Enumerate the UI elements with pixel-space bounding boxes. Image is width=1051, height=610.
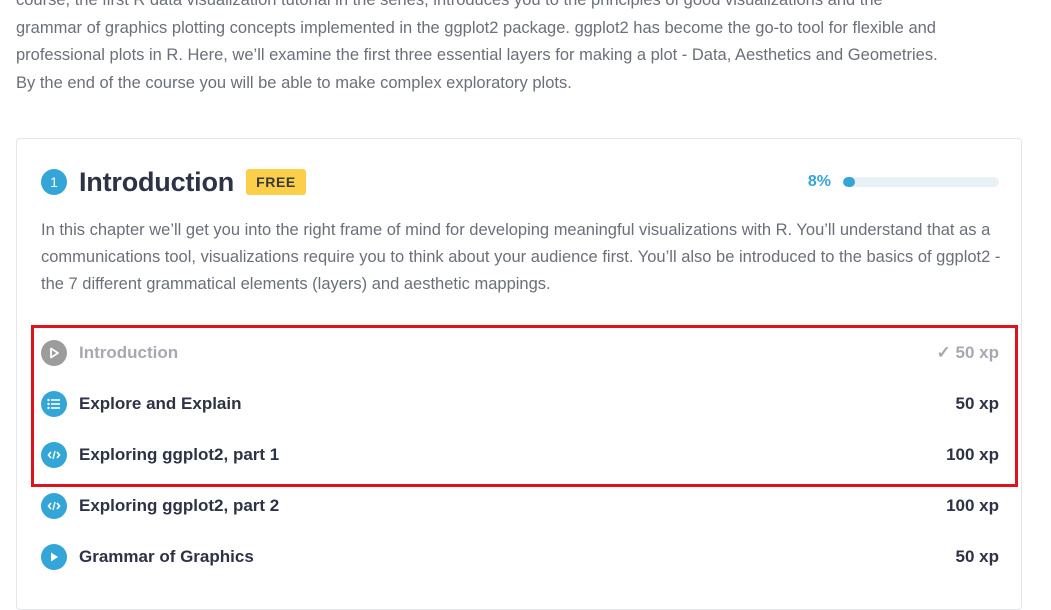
chapter-header: 1 Introduction FREE — [41, 165, 306, 199]
exercise-title: Grammar of Graphics — [79, 546, 254, 566]
free-badge: FREE — [246, 169, 306, 195]
exercise-xp: 50 xp — [955, 546, 999, 566]
exercise-item[interactable]: Exploring ggplot2, part 2 100 xp — [17, 480, 1021, 531]
exercise-item[interactable]: Explore and Explain 50 xp — [17, 378, 1021, 429]
progress-bar — [843, 177, 999, 187]
exercise-item[interactable]: Exploring ggplot2, part 1 100 xp — [17, 429, 1021, 480]
course-description-line: By the end of the course you will be abl… — [16, 73, 572, 92]
chapter-number: 1 — [41, 169, 67, 195]
code-icon — [41, 441, 67, 468]
exercise-xp: 50 xp — [955, 393, 999, 413]
chapter-title[interactable]: Introduction — [79, 167, 234, 198]
list-icon — [41, 390, 67, 417]
course-description: course, the first R data visualization t… — [16, 0, 1016, 97]
progress-bar-fill — [843, 177, 856, 187]
exercise-item[interactable]: Introduction ✓ 50 xp — [17, 327, 1021, 378]
exercise-title: Exploring ggplot2, part 1 — [79, 444, 280, 464]
course-description-line: professional plots in R. Here, we’ll exa… — [16, 46, 938, 64]
exercise-list: Introduction ✓ 50 xp Explore and Explain… — [17, 327, 1021, 582]
exercise-title: Explore and Explain — [79, 393, 242, 413]
chapter-progress: 8% — [808, 173, 999, 191]
exercise-title: Exploring ggplot2, part 2 — [79, 495, 280, 515]
exercise-xp: 100 xp — [946, 495, 999, 515]
progress-percentage: 8% — [807, 173, 831, 190]
chapter-card: 1 Introduction FREE 8% In this chapter w… — [16, 138, 1022, 610]
play-icon — [41, 339, 67, 366]
exercise-item[interactable]: Grammar of Graphics 50 xp — [17, 531, 1021, 582]
exercise-xp: ✓ 50 xp — [936, 342, 999, 362]
chapter-description: In this chapter we’ll get you into the r… — [41, 221, 1001, 293]
play-icon — [41, 543, 67, 570]
exercise-xp: 100 xp — [946, 444, 999, 464]
code-icon — [41, 492, 67, 519]
course-description-line: course, the first R data visualization t… — [16, 0, 883, 9]
exercise-title: Introduction — [79, 342, 179, 362]
course-description-line: grammar of graphics plotting concepts im… — [16, 18, 936, 37]
